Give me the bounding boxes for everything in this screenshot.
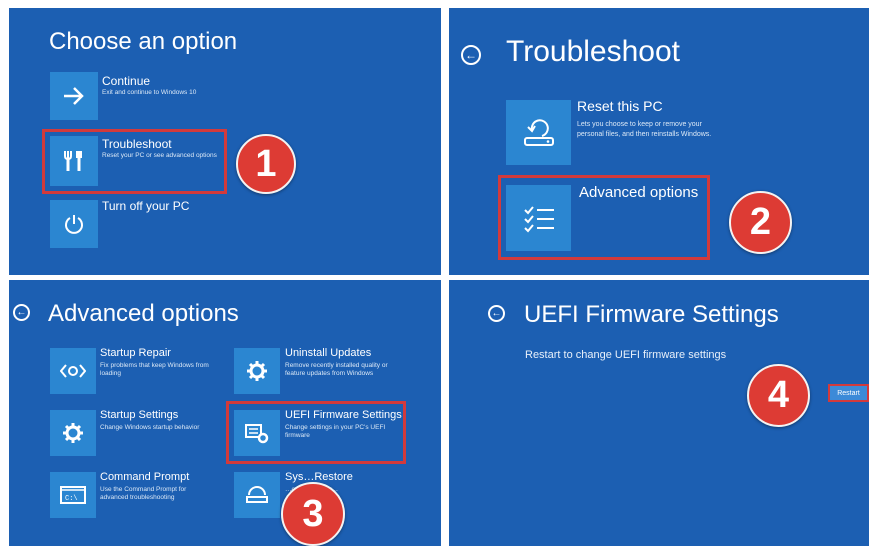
continue-label[interactable]: Continue	[102, 74, 150, 88]
panel-advanced-options: ← Advanced options Startup Repair Fix pr…	[9, 280, 441, 546]
step-badge-1: 1	[236, 134, 296, 194]
reset-pc-label[interactable]: Reset this PC	[577, 98, 663, 114]
uninstall-updates-label[interactable]: Uninstall Updates	[285, 347, 371, 359]
command-prompt-label[interactable]: Command Prompt	[100, 471, 189, 483]
gear-icon	[247, 361, 267, 381]
uefi-subtitle: Restart to change UEFI firmware settings	[525, 349, 727, 361]
panel-troubleshoot: ← Troubleshoot Reset this PC Lets you ch…	[449, 8, 869, 275]
step-badge-4: 4	[747, 364, 810, 427]
highlight-box-uefi-firmware	[226, 401, 406, 464]
uninstall-updates-tile[interactable]	[234, 348, 280, 394]
system-restore-icon	[246, 486, 268, 503]
restart-button[interactable]: Restart	[828, 384, 869, 402]
turn-off-label[interactable]: Turn off your PC	[102, 199, 189, 213]
gear-icon	[63, 423, 83, 443]
highlight-box-advanced-options	[498, 175, 710, 260]
page-title: Choose an option	[49, 28, 238, 55]
back-arrow-icon[interactable]: ←	[461, 45, 481, 65]
back-arrow-icon[interactable]: ←	[13, 304, 30, 321]
arrow-right-icon	[64, 87, 84, 105]
continue-tile[interactable]	[50, 72, 98, 120]
panel-choose-an-option: Choose an option Continue Exit and conti…	[9, 8, 441, 275]
page-title: Advanced options	[48, 300, 239, 327]
startup-repair-icon	[60, 364, 86, 378]
power-icon	[65, 215, 83, 234]
startup-settings-label[interactable]: Startup Settings	[100, 409, 178, 421]
turn-off-tile[interactable]	[50, 200, 98, 248]
startup-settings-tile[interactable]	[50, 410, 96, 456]
command-prompt-desc: Use the Command Prompt for advanced trou…	[100, 486, 187, 501]
uninstall-updates-desc: Remove recently installed quality or fea…	[285, 362, 388, 377]
reset-pc-desc: Lets you choose to keep or remove your p…	[577, 121, 712, 138]
step-badge-3: 3	[281, 482, 345, 546]
back-arrow-icon[interactable]: ←	[488, 305, 505, 322]
step-badge-2: 2	[729, 191, 792, 254]
startup-repair-label[interactable]: Startup Repair	[100, 347, 171, 359]
startup-repair-tile[interactable]	[50, 348, 96, 394]
page-title: Troubleshoot	[506, 35, 680, 68]
reset-pc-tile[interactable]	[506, 100, 571, 165]
svg-text:C:\: C:\	[65, 495, 78, 503]
startup-settings-desc: Change Windows startup behavior	[100, 424, 200, 431]
page-title: UEFI Firmware Settings	[524, 301, 779, 328]
continue-desc: Exit and continue to Windows 10	[102, 89, 197, 96]
reset-pc-icon	[523, 118, 554, 146]
system-restore-label[interactable]: Sys…Restore	[285, 471, 353, 483]
command-prompt-icon: C:\	[60, 486, 86, 504]
highlight-box-troubleshoot	[42, 129, 227, 194]
startup-repair-desc: Fix problems that keep Windows from load…	[100, 362, 209, 377]
command-prompt-tile[interactable]: C:\	[50, 472, 96, 518]
panel-uefi-firmware-settings: ← UEFI Firmware Settings Restart to chan…	[449, 280, 869, 546]
system-restore-tile[interactable]	[234, 472, 280, 518]
